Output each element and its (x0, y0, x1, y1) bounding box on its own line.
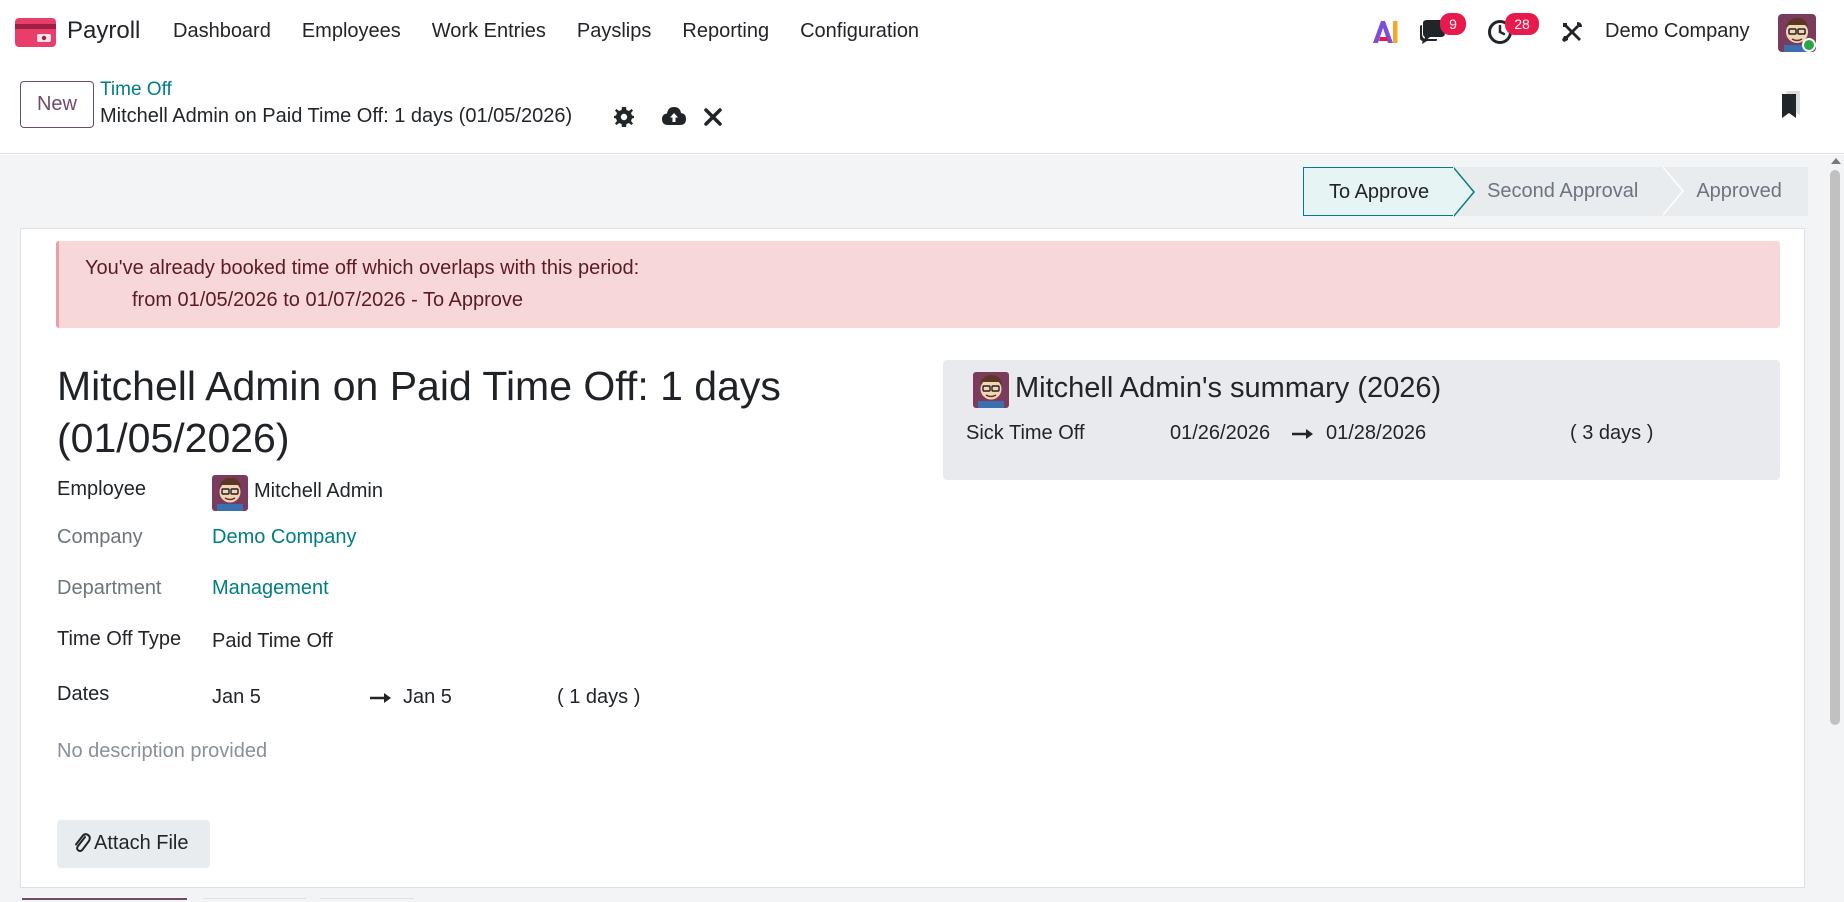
stage-second-approval[interactable]: Second Approval (1453, 166, 1685, 216)
control-panel: New Time Off Mitchell Admin on Paid Time… (0, 64, 1844, 154)
stage-label: Second Approval (1487, 180, 1639, 202)
scroll-up-arrow[interactable] (1831, 158, 1841, 164)
summary-row-days: ( 3 days ) (1570, 422, 1654, 444)
status-bar: To Approve Second Approval Approved (1303, 166, 1808, 217)
summary-employee-avatar (973, 372, 1009, 408)
summary-row-to: 01/28/2026 (1326, 422, 1427, 444)
menu-configuration[interactable]: Configuration (800, 20, 919, 43)
app-name[interactable]: Payroll (67, 17, 140, 45)
alert-detail: from 01/05/2026 to 01/07/2026 - To Appro… (132, 289, 524, 311)
stage-arrow (1453, 168, 1474, 216)
payroll-card-icon[interactable] (15, 18, 56, 47)
department-label: Department (57, 577, 162, 599)
form-title[interactable]: Mitchell Admin on Paid Time Off: 1 days … (57, 360, 857, 464)
employee-value[interactable]: Mitchell Admin (254, 480, 383, 503)
main-menu: Dashboard Employees Work Entries Payslip… (173, 20, 950, 43)
alert-message: You've already booked time off which ove… (85, 257, 640, 279)
company-link[interactable]: Demo Company (212, 526, 357, 549)
breadcrumb-time-off[interactable]: Time Off (100, 79, 172, 101)
record-title: Mitchell Admin on Paid Time Off: 1 days … (100, 105, 573, 127)
summary-row-type: Sick Time Off (966, 422, 1085, 444)
stage-arrow (1662, 167, 1683, 215)
date-from-field[interactable]: Jan 5 (212, 686, 261, 709)
chatter-tab[interactable] (203, 898, 306, 902)
save-cloud-icon[interactable] (662, 105, 686, 127)
department-link[interactable]: Management (212, 577, 329, 600)
company-label: Company (57, 526, 143, 548)
employee-label: Employee (57, 478, 146, 500)
menu-dashboard[interactable]: Dashboard (173, 20, 271, 43)
summary-title: Mitchell Admin's summary (2026) (1015, 372, 1442, 404)
online-status-dot (1802, 38, 1816, 52)
stage-to-approve[interactable]: To Approve (1303, 167, 1476, 217)
new-button[interactable]: New (20, 81, 94, 128)
duration-value: ( 1 days ) (557, 686, 641, 708)
summary-row-from: 01/26/2026 (1170, 422, 1271, 444)
employee-avatar (212, 475, 248, 511)
arrow-right-icon (1292, 429, 1313, 439)
activities-badge: 28 (1505, 13, 1539, 35)
dates-label: Dates (57, 683, 110, 705)
attach-file-label: Attach File (94, 832, 189, 854)
vertical-scrollbar[interactable] (1830, 170, 1840, 725)
menu-payslips[interactable]: Payslips (577, 20, 651, 43)
overlap-alert (56, 241, 1780, 328)
messages-badge: 9 (1440, 13, 1466, 35)
arrow-right-icon (370, 693, 391, 703)
ai-icon[interactable] (1371, 19, 1399, 45)
company-switcher[interactable]: Demo Company (1605, 20, 1750, 43)
date-to-field[interactable]: Jan 5 (403, 686, 452, 709)
time-off-type-label: Time Off Type (57, 628, 182, 650)
bookmark-icon[interactable] (1780, 89, 1802, 119)
discard-close-icon[interactable] (703, 107, 723, 127)
description-field[interactable]: No description provided (57, 740, 267, 763)
gear-icon[interactable] (614, 107, 634, 127)
chatter-tab-active[interactable] (22, 898, 187, 902)
top-navbar: Payroll Dashboard Employees Work Entries… (0, 0, 1844, 64)
paperclip-icon (75, 833, 91, 852)
menu-reporting[interactable]: Reporting (682, 20, 769, 43)
debug-tools-icon[interactable] (1560, 20, 1584, 44)
menu-employees[interactable]: Employees (302, 20, 401, 43)
menu-work-entries[interactable]: Work Entries (432, 20, 546, 43)
chatter-tab[interactable] (320, 898, 414, 902)
stage-label: To Approve (1329, 181, 1430, 203)
stage-label: Approved (1696, 180, 1782, 202)
time-off-type-value[interactable]: Paid Time Off (212, 630, 333, 653)
